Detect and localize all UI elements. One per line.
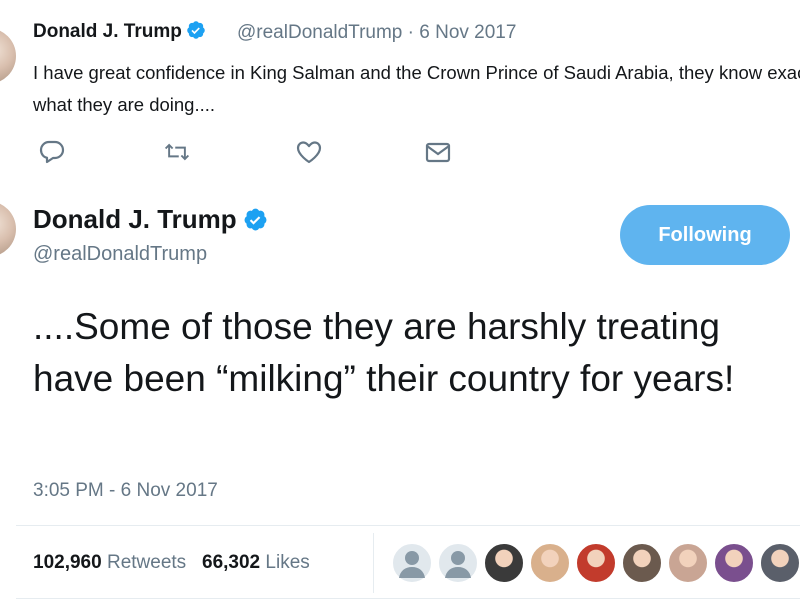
tweet-stats: 102,960 Retweets 66,302 Likes [33,552,310,574]
reply-button[interactable] [38,139,66,165]
divider [16,598,800,599]
likes-stat[interactable]: 66,302 Likes [202,552,310,573]
retweets-stat[interactable]: 102,960 Retweets [33,552,186,573]
default-user-icon [445,551,471,578]
divider [16,525,800,526]
tweet1-text: I have great confidence in King Salman a… [33,62,800,115]
envelope-icon [425,142,451,163]
liker-avatar[interactable] [668,543,708,583]
tweet1-handle-date[interactable]: @realDonaldTrump · 6 Nov 2017 [237,22,516,44]
liker-avatar[interactable] [484,543,524,583]
liker-avatar[interactable] [714,543,754,583]
liker-avatar[interactable] [438,543,478,583]
liker-avatar[interactable] [530,543,570,583]
author-name-text: Donald J. Trump [33,204,237,234]
default-user-icon [399,551,425,578]
liker-avatar[interactable] [760,543,800,583]
stats-separator [373,533,374,593]
direct-message-button[interactable] [424,139,452,165]
verified-badge-icon [244,208,267,231]
liker-avatar[interactable] [576,543,616,583]
following-button[interactable]: Following [620,205,790,265]
verified-badge-icon [187,21,205,39]
heart-icon [296,141,322,164]
retweets-label: Retweets [106,552,187,573]
retweet-icon [164,143,190,161]
tweet2-text: ....Some of those they are harshly treat… [33,306,735,399]
reply-icon [39,140,65,164]
likes-label: Likes [265,552,310,573]
like-button[interactable] [295,139,323,165]
likes-count: 66,302 [202,552,261,573]
tweet1-author-name[interactable]: Donald J. Trump [33,20,206,43]
retweets-count: 102,960 [33,552,102,573]
liker-avatar[interactable] [392,543,432,583]
avatar[interactable] [0,201,16,257]
author-name-text: Donald J. Trump [33,21,182,42]
tweet2-author-name[interactable]: Donald J. Trump [33,204,268,235]
tweet2-handle[interactable]: @realDonaldTrump [33,243,207,266]
retweet-button[interactable] [163,139,191,165]
tweet2-timestamp[interactable]: 3:05 PM - 6 Nov 2017 [33,480,218,502]
liker-avatar[interactable] [622,543,662,583]
avatar[interactable] [0,28,16,84]
